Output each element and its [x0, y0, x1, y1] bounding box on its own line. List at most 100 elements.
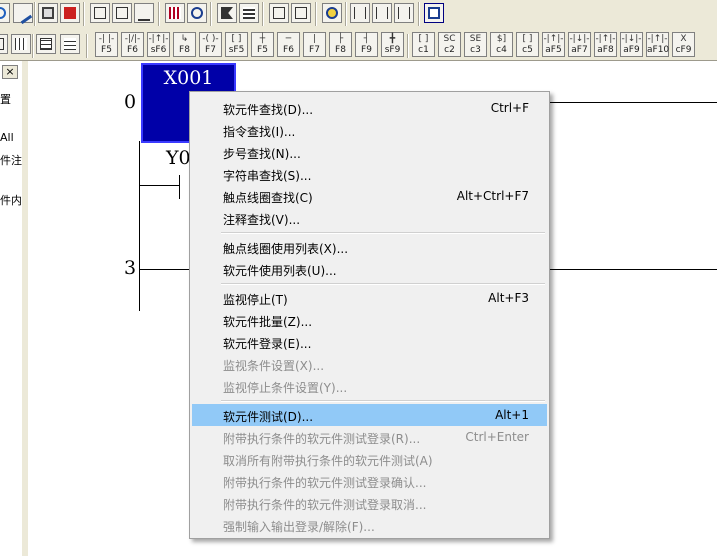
panel-fragment: 置: [0, 93, 11, 106]
fkey-button[interactable]: ↳ F8: [173, 32, 196, 57]
fkey-button[interactable]: | F7: [303, 32, 326, 57]
menu-item-shortcut: Alt+Ctrl+F7: [456, 189, 529, 203]
toolbar-separator: [315, 2, 317, 26]
network-icon[interactable]: [350, 3, 370, 23]
menu-item-label: 附带执行条件的软元件测试登录(R)...: [223, 432, 421, 446]
toolbar-separator: [32, 34, 34, 58]
ladder-edit-3-icon[interactable]: [134, 3, 154, 23]
delete-icon[interactable]: [60, 3, 80, 23]
fkey-button[interactable]: -|↓|- aF9: [620, 32, 643, 57]
menu-item-label: 附带执行条件的软元件测试登录取消...: [223, 498, 427, 512]
toolbar-separator: [407, 34, 409, 58]
close-icon[interactable]: ×: [2, 65, 18, 79]
ladder-edit-2-icon[interactable]: [112, 3, 132, 23]
menu-item-instruction-search[interactable]: 指令查找(I)...: [192, 119, 547, 141]
menu-item-monitor-condition[interactable]: 监视条件设置(X)...: [192, 353, 547, 375]
fkey-button[interactable]: -|↑|- aF8: [594, 32, 617, 57]
fkey-button[interactable]: ┤ F9: [355, 32, 378, 57]
fkey-symbol: ┤: [363, 34, 370, 44]
menu-item-cancel-all-conditional-tests[interactable]: 取消所有附带执行条件的软元件测试(A): [192, 448, 547, 470]
fkey-button[interactable]: [ ] sF5: [225, 32, 248, 57]
fkey-label: aF9: [623, 45, 640, 55]
menu-separator: [221, 283, 545, 285]
menu-item-monitor-stop[interactable]: 监视停止(T) Alt+F3: [192, 287, 547, 309]
fkey-symbol: ╋: [389, 34, 396, 44]
fkey-button[interactable]: -| |- F5: [95, 32, 118, 57]
fkey-button[interactable]: [ ] c5: [516, 32, 539, 57]
device-grid-icon[interactable]: [165, 3, 185, 23]
fkey-button[interactable]: $] c4: [490, 32, 513, 57]
menu-item-contact-coil-search[interactable]: 触点线圈查找(C) Alt+Ctrl+F7: [192, 185, 547, 207]
menu-item-label: 监视停止条件设置(Y)...: [223, 381, 348, 395]
fkey-button[interactable]: ─ F6: [277, 32, 300, 57]
ladder-edit-icon[interactable]: [90, 3, 110, 23]
fkey-label: c1: [418, 45, 429, 55]
menu-item-conditional-test-confirm[interactable]: 附带执行条件的软元件测试登录确认...: [192, 470, 547, 492]
menu-item-label: 软元件测试(D)...: [223, 410, 314, 424]
table-icon[interactable]: [36, 34, 56, 54]
grid-icon[interactable]: [11, 34, 31, 54]
toolbar-separator: [158, 2, 160, 26]
print-icon[interactable]: [38, 3, 58, 23]
cursor-icon[interactable]: [0, 34, 8, 54]
sort-icon[interactable]: [60, 34, 80, 54]
menu-item-device-test[interactable]: 软元件测试(D)... Alt+1: [192, 404, 547, 426]
fkey-symbol: -|↑|-: [148, 34, 169, 44]
toolbar-separator: [86, 34, 88, 58]
fkey-symbol: SE: [469, 34, 482, 44]
step-number: 3: [124, 257, 137, 279]
fkey-button[interactable]: XcF9: [672, 32, 695, 57]
fkey-button[interactable]: -( )- F7: [199, 32, 222, 57]
menu-item-contact-coil-list[interactable]: 触点线圈使用列表(X)...: [192, 236, 547, 258]
paste-icon[interactable]: [291, 3, 311, 23]
menu-item-label: 字符串查找(S)...: [223, 169, 312, 183]
menu-item-device-batch[interactable]: 软元件批量(Z)...: [192, 309, 547, 331]
fkey-symbol: ├: [337, 34, 344, 44]
network-3-icon[interactable]: [394, 3, 414, 23]
menu-item-device-list[interactable]: 软元件使用列表(U)...: [192, 258, 547, 280]
menu-item-conditional-test-register[interactable]: 附带执行条件的软元件测试登录(R)... Ctrl+Enter: [192, 426, 547, 448]
write-icon[interactable]: [0, 3, 10, 23]
contact-label: Y0: [166, 147, 191, 169]
fkey-symbol: [ ]: [418, 34, 429, 44]
project-panel: × 置 All 件注 件内: [0, 61, 23, 556]
copy-icon[interactable]: [269, 3, 289, 23]
fkey-button[interactable]: [ ] c1: [412, 32, 435, 57]
menu-item-device-register[interactable]: 软元件登录(E)...: [192, 331, 547, 353]
branch-wire: [139, 185, 179, 186]
fkey-label: F7: [205, 45, 216, 55]
fkey-button[interactable]: ┼ F5: [251, 32, 274, 57]
fkey-button[interactable]: -|↑|- aF10: [646, 32, 669, 57]
fkey-label: F7: [309, 45, 320, 55]
menu-item-monitor-stop-condition[interactable]: 监视停止条件设置(Y)...: [192, 375, 547, 397]
fkey-button[interactable]: -|↑|- sF6: [147, 32, 170, 57]
fkey-symbol: -|/|-: [124, 34, 141, 44]
fkey-label: sF5: [228, 45, 245, 55]
menu-item-device-search[interactable]: 软元件查找(D)... Ctrl+F: [192, 97, 547, 119]
menu-item-label: 附带执行条件的软元件测试登录确认...: [223, 476, 427, 490]
fkey-symbol: SC: [443, 34, 456, 44]
fkey-button[interactable]: -|↑|- aF5: [542, 32, 565, 57]
search-zoom-icon[interactable]: [187, 3, 207, 23]
toolbar-separator: [345, 2, 347, 26]
menu-item-forced-io-register[interactable]: 强制输入输出登录/解除(F)...: [192, 514, 547, 536]
fkey-button[interactable]: ├ F8: [329, 32, 352, 57]
fkey-button[interactable]: SC c2: [438, 32, 461, 57]
transfer-icon[interactable]: [217, 3, 237, 23]
toolbar-separator: [83, 2, 85, 26]
menu-item-step-search[interactable]: 步号查找(N)...: [192, 141, 547, 163]
menu-item-string-search[interactable]: 字符串查找(S)...: [192, 163, 547, 185]
fkey-button[interactable]: -|↓|- aF7: [568, 32, 591, 57]
fkey-button[interactable]: ╋ sF9: [381, 32, 404, 57]
fkey-symbol: $]: [496, 34, 507, 44]
list-icon[interactable]: [239, 3, 259, 23]
menu-item-conditional-test-cancel[interactable]: 附带执行条件的软元件测试登录取消...: [192, 492, 547, 514]
edit-icon[interactable]: [13, 3, 33, 25]
step-number: 0: [124, 91, 137, 113]
monitor-icon[interactable]: [322, 3, 342, 23]
fkey-button[interactable]: SE c3: [464, 32, 487, 57]
screen-icon[interactable]: [424, 3, 444, 23]
network-2-icon[interactable]: [372, 3, 392, 23]
menu-item-comment-search[interactable]: 注释查找(V)...: [192, 207, 547, 229]
fkey-button[interactable]: -|/|- F6: [121, 32, 144, 57]
